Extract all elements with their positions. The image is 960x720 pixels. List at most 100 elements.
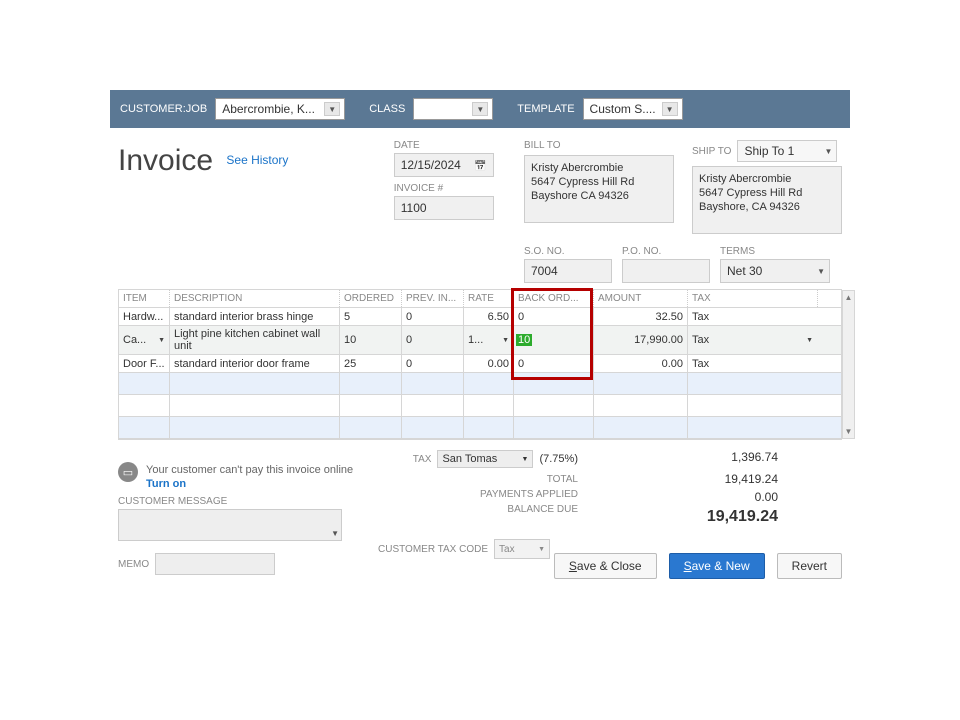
table-cell-rate[interactable]: 6.50 xyxy=(463,308,513,325)
invoice-no-label: INVOICE # xyxy=(394,183,502,194)
tax-label: TAX xyxy=(413,454,432,465)
table-cell-prev[interactable]: 0 xyxy=(401,355,463,372)
total-label: TOTAL xyxy=(378,474,578,485)
customer-tax-code-block: CUSTOMER TAX CODE Tax ▼ xyxy=(378,539,578,559)
table-cell-amount[interactable]: 0.00 xyxy=(593,355,687,372)
table-cell-item[interactable]: Hardw... xyxy=(119,308,169,325)
customer-message-label: CUSTOMER MESSAGE xyxy=(118,496,378,507)
calendar-icon[interactable] xyxy=(474,158,486,172)
table-cell-desc[interactable]: standard interior brass hinge xyxy=(169,308,339,325)
pay-online-text: Your customer can't pay this invoice onl… xyxy=(146,464,353,476)
table-cell-item[interactable]: Ca...▼ xyxy=(119,326,169,354)
template-dropdown[interactable]: Custom S.... ▼ xyxy=(583,98,683,120)
grid-header-cell[interactable]: TAX xyxy=(687,290,817,307)
table-cell-desc[interactable]: Light pine kitchen cabinet wall unit xyxy=(169,326,339,354)
table-cell-ordered[interactable]: 10 xyxy=(339,326,401,354)
table-row-empty[interactable] xyxy=(119,395,841,417)
table-row-empty[interactable] xyxy=(119,373,841,395)
chevron-down-icon: ▼ xyxy=(817,267,825,276)
table-row[interactable]: Ca...▼Light pine kitchen cabinet wall un… xyxy=(119,326,841,355)
table-cell-prev[interactable]: 0 xyxy=(401,326,463,354)
table-cell-tax[interactable]: Tax xyxy=(687,308,817,325)
grid-header-cell[interactable]: ORDERED xyxy=(339,290,401,307)
grid-header-cell[interactable]: AMOUNT xyxy=(593,290,687,307)
customer-job-dropdown[interactable]: Abercrombie, K... ▼ xyxy=(215,98,345,120)
save-new-button[interactable]: Save & New xyxy=(669,553,765,579)
class-label: CLASS xyxy=(369,103,405,115)
ship-to-dropdown[interactable]: Ship To 1 ▼ xyxy=(737,140,837,162)
table-cell-tax[interactable]: Tax xyxy=(687,355,817,372)
revert-button[interactable]: Revert xyxy=(777,553,842,579)
date-input[interactable]: 12/15/2024 xyxy=(394,153,494,177)
balance-due-amount: 19,419.24 xyxy=(578,508,778,526)
table-cell-tax[interactable]: Tax▼ xyxy=(687,326,817,354)
tax-block: TAX San Tomas ▼ (7.75%) xyxy=(378,450,578,468)
so-no-field: S.O. NO. 7004 xyxy=(524,246,612,283)
footer-left-col: Your customer can't pay this invoice onl… xyxy=(118,462,378,575)
table-cell-item[interactable]: Door F... xyxy=(119,355,169,372)
payments-applied-label: PAYMENTS APPLIED xyxy=(378,489,578,500)
table-row[interactable]: Hardw...standard interior brass hinge506… xyxy=(119,308,841,326)
chevron-down-icon: ▼ xyxy=(331,529,339,538)
invoice-no-input[interactable]: 1100 xyxy=(394,196,494,220)
title-block: Invoice See History xyxy=(118,138,384,178)
chevron-down-icon: ▼ xyxy=(825,147,833,156)
chevron-down-icon: ▼ xyxy=(538,546,545,553)
turn-on-link[interactable]: Turn on xyxy=(146,478,353,490)
customer-job-label: CUSTOMER:JOB xyxy=(120,103,207,115)
scroll-down-arrow-icon[interactable]: ▼ xyxy=(845,425,853,438)
bill-to-label: BILL TO xyxy=(524,140,674,151)
header-section: Invoice See History DATE 12/15/2024 INVO… xyxy=(110,128,850,240)
table-row[interactable]: Door F...standard interior door frame250… xyxy=(119,355,841,373)
memo-input[interactable] xyxy=(155,553,275,575)
back-order-highlight: 10 xyxy=(516,334,532,346)
save-close-button[interactable]: Save & Close xyxy=(554,553,657,579)
total-amount: 19,419.24 xyxy=(578,472,778,486)
scroll-up-arrow-icon[interactable]: ▲ xyxy=(845,291,853,304)
grid-body: Hardw...standard interior brass hinge506… xyxy=(119,308,841,439)
table-cell-amount[interactable]: 32.50 xyxy=(593,308,687,325)
date-label: DATE xyxy=(394,140,502,151)
table-cell-back[interactable]: 10 xyxy=(513,326,593,354)
chevron-down-icon: ▼ xyxy=(806,337,813,344)
table-cell-desc[interactable]: standard interior door frame xyxy=(169,355,339,372)
grid-header: ITEMDESCRIPTIONORDEREDPREV. IN...RATEBAC… xyxy=(119,290,841,308)
see-history-link[interactable]: See History xyxy=(226,153,288,167)
table-cell-prev[interactable]: 0 xyxy=(401,308,463,325)
class-dropdown[interactable]: ▼ xyxy=(413,98,493,120)
table-cell-back[interactable]: 0 xyxy=(513,308,593,325)
table-cell-rate[interactable]: 0.00 xyxy=(463,355,513,372)
vertical-scrollbar[interactable]: ▲ ▼ xyxy=(842,290,855,439)
memo-label: MEMO xyxy=(118,559,149,570)
terms-dropdown[interactable]: Net 30 ▼ xyxy=(720,259,830,283)
table-row-empty[interactable] xyxy=(119,417,841,439)
page-title: Invoice xyxy=(118,144,213,177)
table-cell-rate[interactable]: 1...▼ xyxy=(463,326,513,354)
po-no-input[interactable] xyxy=(622,259,710,283)
grid-header-cell[interactable]: RATE xyxy=(463,290,513,307)
bill-to-address[interactable]: Kristy Abercrombie 5647 Cypress Hill Rd … xyxy=(524,155,674,223)
template-label: TEMPLATE xyxy=(517,103,574,115)
table-cell-ordered[interactable]: 25 xyxy=(339,355,401,372)
date-invoice-block: DATE 12/15/2024 INVOICE # 1100 xyxy=(394,140,502,220)
tax-dropdown[interactable]: San Tomas ▼ xyxy=(437,450,533,468)
line-items-grid: ITEMDESCRIPTIONORDEREDPREV. IN...RATEBAC… xyxy=(118,289,842,440)
grid-header-cell[interactable]: PREV. IN... xyxy=(401,290,463,307)
grid-header-cell[interactable]: ITEM xyxy=(119,290,169,307)
chevron-down-icon: ▼ xyxy=(158,337,165,344)
ship-to-label: SHIP TO xyxy=(692,146,731,157)
pay-online-block: Your customer can't pay this invoice onl… xyxy=(118,462,378,490)
table-cell-back[interactable]: 0 xyxy=(513,355,593,372)
so-no-input[interactable]: 7004 xyxy=(524,259,612,283)
customer-tax-code-dropdown[interactable]: Tax ▼ xyxy=(494,539,550,559)
table-cell-ordered[interactable]: 5 xyxy=(339,308,401,325)
grid-header-cell[interactable]: BACK ORD... xyxy=(513,290,593,307)
grid-header-cell[interactable]: DESCRIPTION xyxy=(169,290,339,307)
payments-amount: 0.00 xyxy=(578,490,778,504)
table-cell-amount[interactable]: 17,990.00 xyxy=(593,326,687,354)
header-blue-bar: CUSTOMER:JOB Abercrombie, K... ▼ CLASS ▼… xyxy=(110,90,850,128)
card-icon xyxy=(118,462,138,482)
ship-to-address[interactable]: Kristy Abercrombie 5647 Cypress Hill Rd … xyxy=(692,166,842,234)
chevron-down-icon: ▼ xyxy=(472,102,488,116)
customer-message-dropdown[interactable]: ▼ xyxy=(118,509,342,541)
